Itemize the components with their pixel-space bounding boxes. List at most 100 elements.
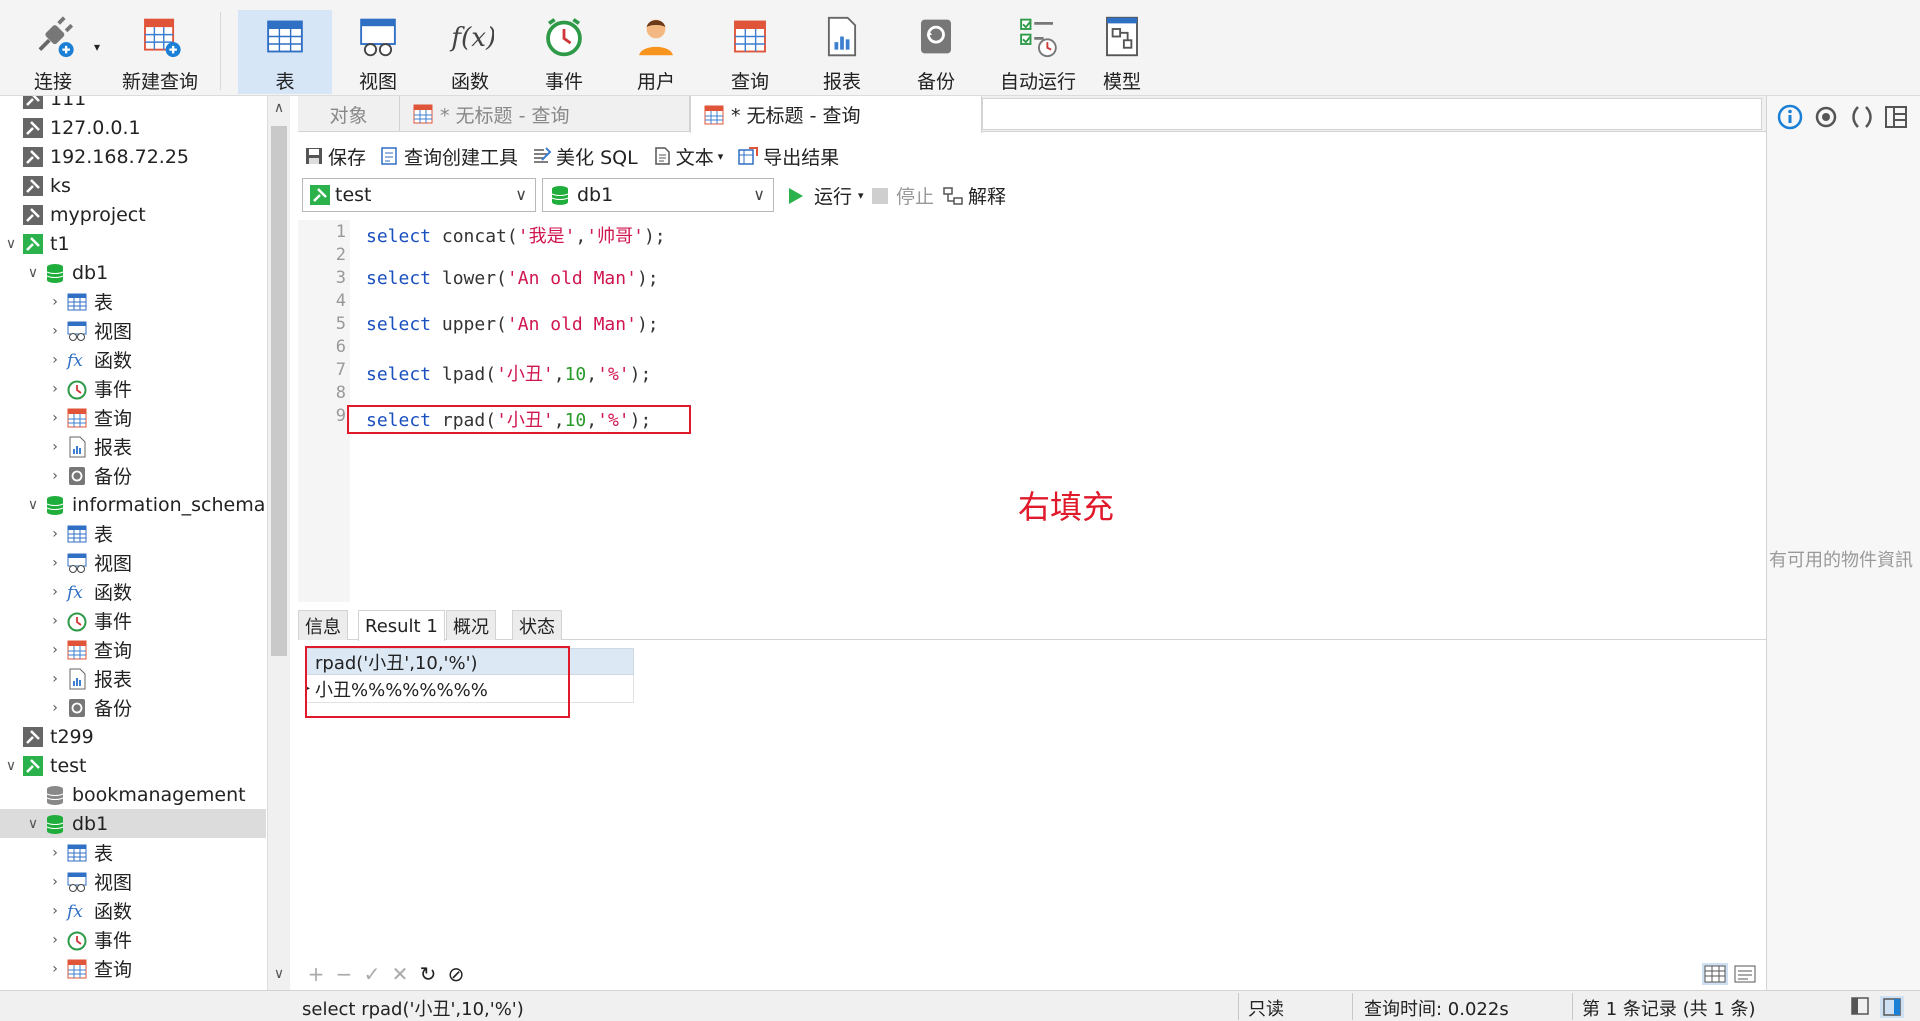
event-button[interactable]: 事件 bbox=[526, 10, 602, 94]
tree-item[interactable]: myproject bbox=[0, 200, 266, 229]
tab-query-2[interactable]: * 无标题 - 查询 bbox=[690, 96, 982, 133]
tree-item[interactable]: › 视图 bbox=[0, 548, 266, 577]
tab-result-1[interactable]: Result 1 bbox=[358, 610, 445, 641]
query-builder-button[interactable]: 查询创建工具 bbox=[380, 143, 518, 170]
tab-objects[interactable]: 对象 bbox=[298, 96, 400, 132]
panel-left-icon[interactable] bbox=[1850, 996, 1870, 1016]
report-button[interactable]: 报表 bbox=[804, 10, 880, 94]
code-line[interactable]: select upper('An old Man'); bbox=[366, 314, 659, 335]
tree-item[interactable]: › 查询 bbox=[0, 403, 266, 432]
chevron-right-icon[interactable]: › bbox=[48, 845, 62, 861]
dropdown-arrow-icon[interactable]: ▾ bbox=[718, 150, 724, 163]
layout-icon[interactable] bbox=[1883, 104, 1909, 130]
text-button[interactable]: 文本 ▾ bbox=[652, 143, 724, 170]
view-button[interactable]: 视图 bbox=[340, 10, 416, 94]
chevron-right-icon[interactable]: › bbox=[48, 932, 62, 948]
tree-item[interactable]: › 查询 bbox=[0, 954, 266, 983]
chevron-down-icon[interactable]: ∨ bbox=[4, 236, 18, 252]
tree-item[interactable]: › 事件 bbox=[0, 374, 266, 403]
parentheses-icon[interactable] bbox=[1849, 104, 1875, 130]
eye-icon[interactable] bbox=[1813, 104, 1839, 130]
tree-item[interactable]: › 表 bbox=[0, 287, 266, 316]
chevron-right-icon[interactable]: › bbox=[48, 352, 62, 368]
connection-select[interactable]: test ∨ bbox=[302, 178, 536, 212]
tab-status[interactable]: 状态 bbox=[512, 610, 562, 640]
code-line[interactable]: select concat('我是','帅哥'); bbox=[366, 222, 666, 248]
chevron-right-icon[interactable]: › bbox=[48, 294, 62, 310]
stop-circle-icon[interactable]: ⊘ bbox=[442, 962, 470, 986]
discard-icon[interactable]: ✕ bbox=[386, 962, 414, 986]
tree-item[interactable]: › fx 函数 bbox=[0, 345, 266, 374]
tree-item[interactable]: ∨ db1 bbox=[0, 809, 266, 838]
tree-item[interactable]: › 报表 bbox=[0, 664, 266, 693]
chevron-down-icon[interactable]: ∨ bbox=[26, 265, 40, 281]
tree-item[interactable]: › 表 bbox=[0, 519, 266, 548]
model-button[interactable]: 模型 bbox=[1084, 10, 1160, 94]
tree-item[interactable]: ks bbox=[0, 171, 266, 200]
explain-button[interactable]: 解释 bbox=[942, 182, 1006, 209]
chevron-right-icon[interactable]: › bbox=[48, 468, 62, 484]
tree-item[interactable]: › 备份 bbox=[0, 693, 266, 722]
table-button[interactable]: 表 bbox=[238, 10, 332, 94]
tree-item[interactable]: › fx 函数 bbox=[0, 896, 266, 925]
scroll-thumb[interactable] bbox=[271, 126, 287, 656]
tree-item[interactable]: ∨ db1 bbox=[0, 258, 266, 287]
apply-icon[interactable]: ✓ bbox=[358, 962, 386, 986]
sidebar-scrollbar[interactable]: ∧ ∨ bbox=[268, 96, 290, 990]
tree-item[interactable]: 192.168.72.25 bbox=[0, 142, 266, 171]
panel-right-icon[interactable] bbox=[1880, 996, 1904, 1018]
chevron-right-icon[interactable]: › bbox=[48, 961, 62, 977]
delete-row-icon[interactable]: − bbox=[330, 962, 358, 986]
tree-item[interactable]: 111 bbox=[0, 96, 266, 113]
chevron-right-icon[interactable]: › bbox=[48, 700, 62, 716]
chevron-right-icon[interactable]: › bbox=[48, 613, 62, 629]
chevron-down-icon[interactable]: ∨ bbox=[4, 758, 18, 774]
tree-item[interactable]: ∨ information_schema bbox=[0, 490, 266, 519]
chevron-right-icon[interactable]: › bbox=[48, 323, 62, 339]
tree-item[interactable]: 127.0.0.1 bbox=[0, 113, 266, 142]
stop-button[interactable]: 停止 bbox=[872, 182, 934, 209]
run-button[interactable]: 运行 ▾ bbox=[786, 182, 864, 209]
chevron-down-icon[interactable]: ∨ bbox=[26, 497, 40, 513]
tree-item[interactable]: › 备份 bbox=[0, 461, 266, 490]
chevron-down-icon[interactable]: ∨ bbox=[26, 816, 40, 832]
beautify-sql-button[interactable]: 美化 SQL bbox=[532, 143, 638, 170]
backup-button[interactable]: 备份 bbox=[898, 10, 974, 94]
new-query-button[interactable]: 新建查询 bbox=[110, 10, 210, 94]
database-select[interactable]: db1 ∨ bbox=[542, 178, 774, 212]
code-line[interactable]: select lpad('小丑',10,'%'); bbox=[366, 360, 651, 386]
auto-run-button[interactable]: 自动运行 bbox=[988, 10, 1088, 94]
chevron-right-icon[interactable]: › bbox=[48, 381, 62, 397]
refresh-icon[interactable]: ↻ bbox=[414, 962, 442, 986]
tree-item[interactable]: › fx 函数 bbox=[0, 577, 266, 606]
chevron-right-icon[interactable]: › bbox=[48, 642, 62, 658]
add-row-icon[interactable]: + bbox=[302, 962, 330, 986]
chevron-right-icon[interactable]: › bbox=[48, 584, 62, 600]
tab-query-1[interactable]: * 无标题 - 查询 bbox=[400, 96, 690, 132]
code-line[interactable]: select lower('An old Man'); bbox=[366, 268, 659, 289]
chevron-right-icon[interactable]: › bbox=[48, 555, 62, 571]
tree-item[interactable]: › 事件 bbox=[0, 606, 266, 635]
tree-item[interactable]: ∨ t1 bbox=[0, 229, 266, 258]
chevron-right-icon[interactable]: › bbox=[48, 410, 62, 426]
chevron-right-icon[interactable]: › bbox=[48, 874, 62, 890]
chevron-right-icon[interactable]: › bbox=[48, 903, 62, 919]
tree-item[interactable]: › 查询 bbox=[0, 635, 266, 664]
tree-item[interactable]: › 视图 bbox=[0, 867, 266, 896]
dropdown-arrow-icon[interactable]: ▾ bbox=[94, 40, 100, 54]
tree-item[interactable]: ∨ test bbox=[0, 751, 266, 780]
tree-item[interactable]: › 视图 bbox=[0, 316, 266, 345]
tree-item[interactable]: bookmanagement bbox=[0, 780, 266, 809]
form-view-icon[interactable] bbox=[1732, 963, 1758, 985]
grid-view-icon[interactable] bbox=[1702, 963, 1728, 985]
tree-item[interactable]: › 表 bbox=[0, 838, 266, 867]
chevron-right-icon[interactable]: › bbox=[48, 526, 62, 542]
export-result-button[interactable]: 导出结果 bbox=[737, 143, 839, 170]
tree-item[interactable]: › 事件 bbox=[0, 925, 266, 954]
chevron-up-icon[interactable]: ∧ bbox=[271, 100, 287, 116]
function-button[interactable]: f(x) 函数 bbox=[432, 10, 508, 94]
query-button[interactable]: 查询 bbox=[712, 10, 788, 94]
connect-button[interactable]: 连接 bbox=[18, 10, 88, 94]
chevron-right-icon[interactable]: › bbox=[48, 671, 62, 687]
tab-info[interactable]: 信息 bbox=[298, 610, 348, 640]
